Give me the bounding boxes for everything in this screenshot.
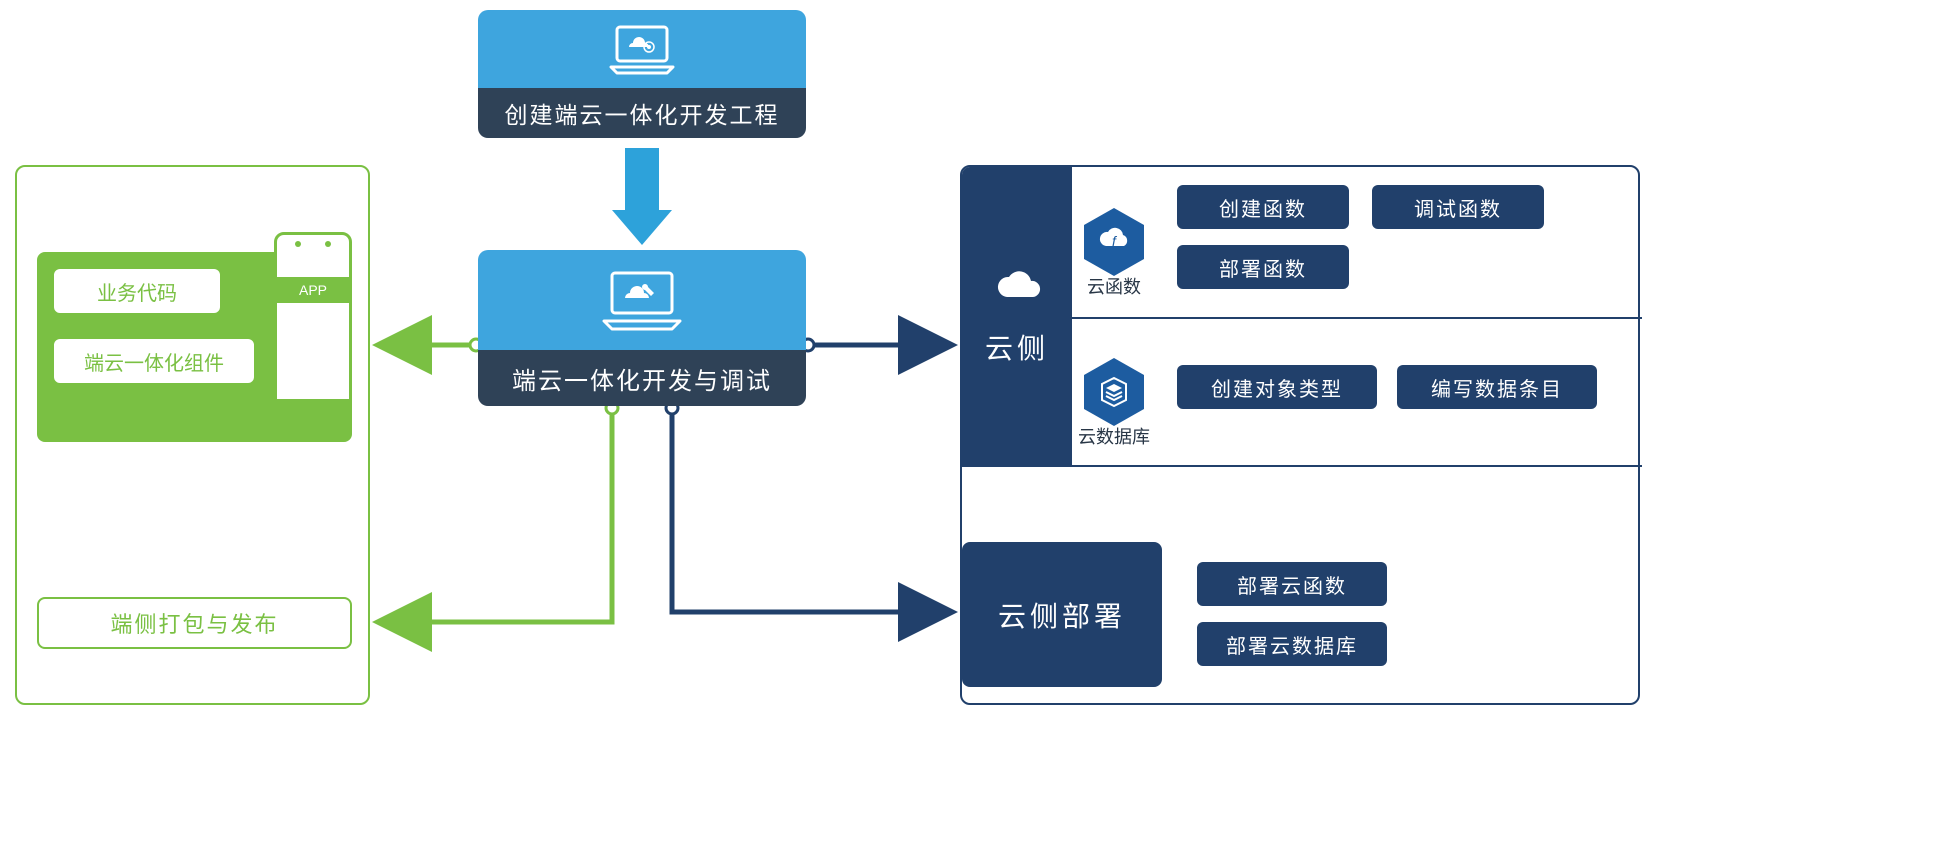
app-label: APP <box>277 277 349 303</box>
cloud-icon <box>989 267 1045 307</box>
cloud-db-hex-icon <box>1084 358 1144 426</box>
business-code-box: 业务代码 <box>52 267 222 315</box>
phone-icon: APP <box>274 232 352 402</box>
create-object-type-box: 创建对象类型 <box>1177 365 1377 409</box>
write-data-entry-box: 编写数据条目 <box>1397 365 1597 409</box>
cloud-panel: f 云函数 创建函数 调试函数 部署函数 云数据库 <box>1072 167 1642 467</box>
cloud-function-label: 云函数 <box>1078 273 1150 299</box>
cloud-db-section: 云数据库 创建对象类型 编写数据条目 <box>1072 317 1642 467</box>
laptop-cloud-wrench-icon <box>478 250 806 350</box>
create-project-block: 创建端云一体化开发工程 <box>478 10 806 138</box>
deploy-cloud-db-box: 部署云数据库 <box>1197 622 1387 666</box>
cloud-side-container: 云侧 f 云函数 创建函数 调试函数 部署函数 <box>960 165 1640 705</box>
cloud-side-label: 云侧 <box>985 327 1049 367</box>
component-box: 端云一体化组件 <box>52 337 256 385</box>
debug-function-box: 调试函数 <box>1372 185 1544 229</box>
cloud-side-card: 云侧 <box>962 167 1072 467</box>
dev-debug-label: 端云一体化开发与调试 <box>478 350 806 406</box>
create-function-box: 创建函数 <box>1177 185 1349 229</box>
deploy-cloud-function-box: 部署云函数 <box>1197 562 1387 606</box>
device-side-card: 业务代码 端云一体化组件 APP 端侧 <box>37 252 352 442</box>
create-project-label: 创建端云一体化开发工程 <box>478 88 806 138</box>
deploy-function-box: 部署函数 <box>1177 245 1349 289</box>
cloud-function-section: f 云函数 创建函数 调试函数 部署函数 <box>1072 167 1642 317</box>
device-side-container: 业务代码 端云一体化组件 APP 端侧 端侧打包与发布 <box>15 165 370 705</box>
laptop-cloud-gear-icon <box>478 10 806 88</box>
device-side-label: 端侧 <box>264 445 342 482</box>
dev-debug-block: 端云一体化开发与调试 <box>478 250 806 406</box>
device-deploy-box: 端侧打包与发布 <box>37 597 352 649</box>
cloud-function-hex-icon: f <box>1084 208 1144 276</box>
cloud-deploy-card: 云侧部署 <box>962 542 1162 687</box>
cloud-db-label: 云数据库 <box>1078 423 1150 449</box>
cloud-deploy-label: 云侧部署 <box>998 595 1126 635</box>
